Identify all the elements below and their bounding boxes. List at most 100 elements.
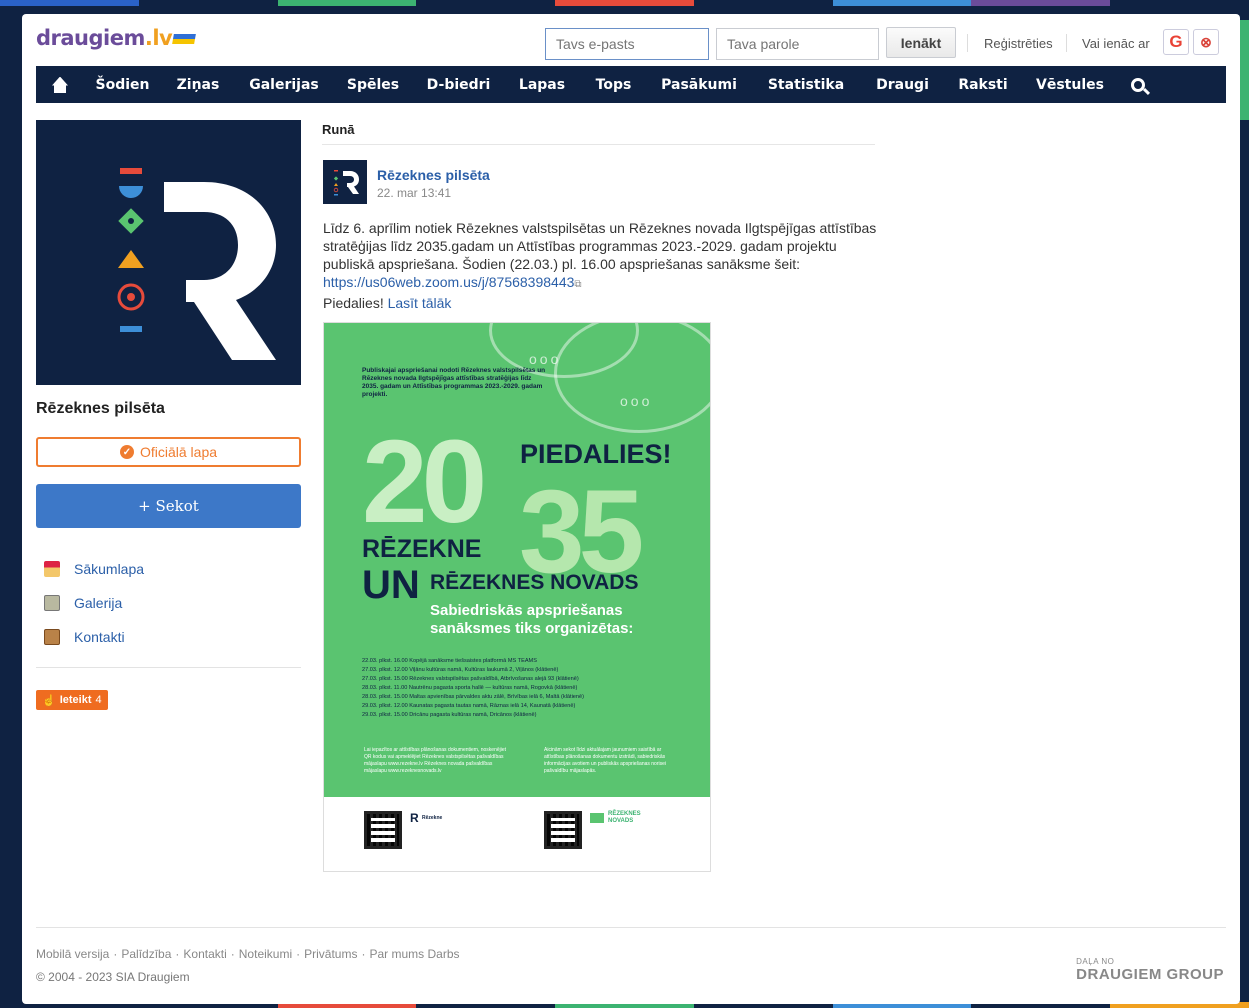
separator: · [113, 947, 118, 961]
dots-icon: ooo [620, 393, 653, 409]
top-color-strip [0, 0, 1249, 6]
schedule-row: 28.03. plkst. 15.00 Maltas apvienības pā… [362, 694, 585, 700]
footer-link-contacts[interactable]: Kontakti [183, 947, 226, 961]
post-avatar[interactable] [323, 160, 367, 204]
schedule-row: 29.03. plkst. 12.00 Kaunatas pagasta tau… [362, 703, 576, 709]
poster-intro: Publiskajai apspriešanai nodoti Rēzeknes… [362, 367, 546, 398]
footer-link-mobile[interactable]: Mobilā versija [36, 947, 109, 961]
header: draugiem.lv Ienākt Reģistrēties Vai ienā… [22, 14, 1240, 62]
divider [322, 144, 875, 145]
avatar-logo [323, 160, 367, 204]
poster-right-note: Aicinām sekot līdzi aktuālajam jaunumiem… [544, 747, 667, 774]
rezekne-logo [36, 120, 301, 385]
check-icon: ✓ [119, 445, 134, 459]
poster-logo-right: RĒZEKNES NOVADS [608, 811, 641, 825]
footer-link-help[interactable]: Palīdzība [121, 947, 171, 961]
site-logo[interactable]: draugiem.lv [36, 26, 197, 50]
nav-home[interactable] [36, 66, 84, 103]
profile-name: Rēzeknes pilsēta [36, 400, 165, 417]
nav-item-tops[interactable]: Tops [580, 66, 647, 103]
divider [967, 34, 968, 52]
post-image[interactable]: ooo ooo Publiskajai apspriešanai nodoti … [323, 322, 711, 872]
profile-links: Sākumlapa Galerija Kontakti [44, 552, 144, 654]
draugiem-group-logo[interactable]: DAĻA NO DRAUGIEM GROUP [1076, 957, 1224, 983]
read-more-link[interactable]: Lasīt tālāk [388, 295, 452, 311]
speech-bubble [554, 323, 710, 433]
link-sakumlapa[interactable]: Sākumlapa [44, 552, 144, 586]
register-link[interactable]: Reģistrēties [984, 36, 1053, 51]
divider [36, 927, 1226, 928]
email-field[interactable] [545, 28, 709, 60]
poster-piedalies: PIEDALIES! [520, 439, 672, 469]
footer-links: Mobilā versija · Palīdzība · Kontakti · Noteik… [36, 947, 460, 961]
post-body: Līdz 6. aprīlim notiek Rēzeknes valstspi… [323, 220, 877, 272]
inbox-login-icon[interactable]: ⊗ [1193, 29, 1219, 55]
zoom-link[interactable]: https://us06web.zoom.us/j/87568398443 [323, 274, 574, 290]
section-title: Runā [322, 122, 355, 137]
separator: · [230, 947, 235, 961]
nav-item-zinas[interactable]: Ziņas [161, 66, 235, 103]
link-label: Galerija [74, 595, 123, 611]
poster-logo-left: Rēzekne [422, 815, 443, 821]
official-label: Oficiālā lapa [139, 444, 218, 460]
separator: · [361, 947, 366, 961]
logo-right-line: NOVADS [608, 818, 634, 824]
logo-text: draugiem [36, 26, 145, 50]
footer-link-jobs[interactable]: Darbs [428, 947, 460, 961]
nav-search[interactable] [1118, 66, 1158, 103]
link-kontakti[interactable]: Kontakti [44, 620, 144, 654]
home-icon [52, 77, 68, 93]
logo-right-line: RĒZEKNES [608, 811, 641, 817]
social-login-label: Vai ienāc ar [1082, 36, 1150, 51]
nav-item-vestules[interactable]: Vēstules [1022, 66, 1118, 103]
poster-subtitle-1: Sabiedriskās apspriešanas [430, 602, 623, 619]
follow-button[interactable]: + Sekot [36, 484, 301, 528]
recommend-count: 4 [95, 694, 102, 706]
nav-item-lapas[interactable]: Lapas [504, 66, 580, 103]
poster-year-top: 20 [362, 416, 487, 548]
poster-novads: RĒZEKNES NOVADS [430, 571, 639, 594]
nav-item-pasakumi[interactable]: Pasākumi [647, 66, 751, 103]
separator: · [175, 947, 180, 961]
poster-footer: R Rēzekne RĒZEKNES NOVADS [324, 797, 710, 871]
logo-tld: .lv [144, 26, 173, 50]
footer-link-about[interactable]: Par mums [369, 947, 424, 961]
login-button[interactable]: Ienākt [886, 27, 956, 58]
nav-item-sodien[interactable]: Šodien [84, 66, 161, 103]
nav-item-draugi[interactable]: Draugi [861, 66, 944, 103]
rezekne-mark-icon: R [410, 811, 419, 825]
post-text: Līdz 6. aprīlim notiek Rēzeknes valstspi… [323, 219, 883, 312]
footer-link-terms[interactable]: Noteikumi [239, 947, 292, 961]
link-galerija[interactable]: Galerija [44, 586, 144, 620]
poster-un: UN [362, 563, 420, 607]
nav-item-statistika[interactable]: Statistika [751, 66, 861, 103]
nav-item-galerijas[interactable]: Galerijas [235, 66, 333, 103]
schedule-row: 28.03. plkst. 11.00 Nautrēnu pagasta spo… [362, 685, 578, 691]
poster-subtitle-2: sanāksmes tiks organizētas: [430, 620, 634, 637]
schedule-row: 27.03. plkst. 12.00 Viļānu kultūras namā… [362, 667, 559, 673]
group-caption: DAĻA NO [1076, 957, 1115, 966]
page: draugiem.lv Ienākt Reģistrēties Vai ienā… [22, 14, 1240, 1004]
group-name: DRAUGIEM GROUP [1076, 966, 1224, 983]
main-nav: Šodien Ziņas Galerijas Spēles D-biedri L… [36, 66, 1226, 103]
copyright: © 2004 - 2023 SIA Draugiem [36, 970, 190, 984]
poster-left-note: Lai iepazītos ar attīstības plānošanas d… [364, 747, 507, 774]
link-label: Sākumlapa [74, 561, 145, 577]
nav-item-d-biedri[interactable]: D-biedri [413, 66, 504, 103]
post-author[interactable]: Rēzeknes pilsēta [377, 167, 490, 183]
nav-item-speles[interactable]: Spēles [333, 66, 413, 103]
post-date[interactable]: 22. mar 13:41 [377, 186, 451, 200]
official-page-badge[interactable]: ✓ Oficiālā lapa [36, 437, 301, 467]
separator: · [296, 947, 301, 961]
house-icon [44, 561, 60, 577]
google-login-icon[interactable]: G [1163, 29, 1189, 55]
novads-mark-icon [590, 813, 604, 823]
recommend-button[interactable]: ☝ Ieteikt 4 [36, 690, 108, 710]
footer-link-privacy[interactable]: Privātums [304, 947, 357, 961]
qr-code-icon [364, 811, 402, 849]
password-field[interactable] [716, 28, 879, 60]
nav-item-raksti[interactable]: Raksti [944, 66, 1022, 103]
divider [1066, 34, 1067, 52]
dots-icon: ooo [529, 351, 562, 367]
profile-image[interactable] [36, 120, 301, 385]
